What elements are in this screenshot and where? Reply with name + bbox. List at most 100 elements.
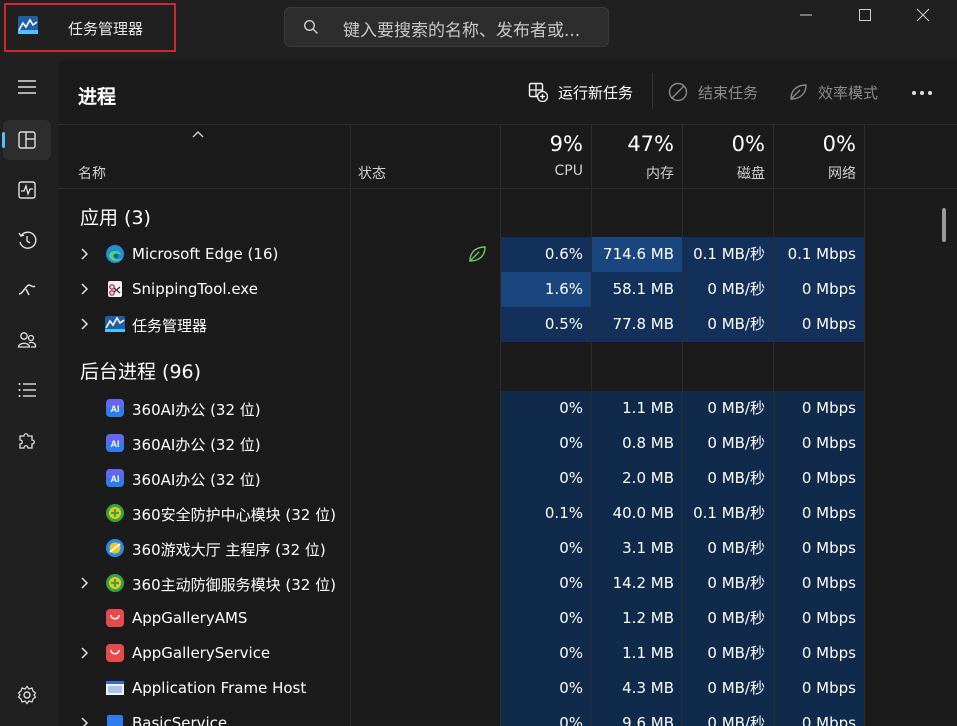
chevron-right-icon[interactable] xyxy=(81,283,89,295)
toolbar-divider xyxy=(652,73,653,109)
process-name: SnippingTool.exe xyxy=(132,280,258,298)
chevron-right-icon[interactable] xyxy=(81,647,89,659)
leaf-icon xyxy=(790,84,807,100)
group-background-title[interactable]: 后台进程 (96) xyxy=(80,357,201,384)
process-row[interactable]: 360主动防御服务模块 (32 位) 0% 14.2 MB 0 MB/秒 0 Mbps xyxy=(58,566,957,601)
memory-total-percent[interactable]: 47% xyxy=(592,132,674,156)
group-apps-title[interactable]: 应用 (3) xyxy=(80,203,151,230)
nav-details[interactable] xyxy=(3,370,51,410)
360-security-icon xyxy=(106,504,124,522)
column-status-header[interactable]: 状态 xyxy=(358,163,386,183)
nav-app-history[interactable] xyxy=(3,220,51,260)
nav-startup-apps[interactable] xyxy=(3,270,51,310)
memory-cell: 2.0 MB xyxy=(592,461,682,496)
column-memory-header[interactable]: 内存 xyxy=(592,163,674,183)
process-row[interactable]: AI 360AI办公 (32 位) 0% 0.8 MB 0 MB/秒 0 Mbps xyxy=(58,426,957,461)
efficiency-mode-button[interactable]: 效率模式 xyxy=(788,80,878,104)
nav-performance[interactable] xyxy=(3,170,51,210)
end-task-label: 结束任务 xyxy=(698,83,759,102)
process-name: AppGalleryAMS xyxy=(132,609,248,627)
minimize-button[interactable] xyxy=(783,2,829,28)
disk-cell: 0 MB/秒 xyxy=(683,531,773,566)
hamburger-icon xyxy=(18,80,36,94)
nav-services[interactable] xyxy=(3,420,51,460)
chevron-right-icon[interactable] xyxy=(81,577,89,589)
close-button[interactable] xyxy=(900,2,946,28)
process-row-taskmanager[interactable]: 任务管理器 0.5% 77.8 MB 0 MB/秒 0 Mbps xyxy=(58,307,957,342)
network-total-percent[interactable]: 0% xyxy=(774,132,856,156)
process-name: 360安全防护中心模块 (32 位) xyxy=(132,506,336,524)
disk-cell: 0 MB/秒 xyxy=(683,426,773,461)
network-cell: 0 Mbps xyxy=(774,391,864,426)
process-name: Application Frame Host xyxy=(132,679,307,697)
process-name: 360AI办公 (32 位) xyxy=(132,471,261,489)
end-task-button[interactable]: 结束任务 xyxy=(668,80,758,104)
run-new-task-button[interactable]: 运行新任务 xyxy=(528,80,633,104)
network-cell: 0 Mbps xyxy=(774,307,864,342)
disk-total-percent[interactable]: 0% xyxy=(683,132,765,156)
disk-cell: 0 MB/秒 xyxy=(683,566,773,601)
cpu-cell: 0% xyxy=(501,671,591,706)
cpu-cell: 0.1% xyxy=(501,496,591,531)
cpu-cell: 0% xyxy=(501,391,591,426)
process-row[interactable]: 360安全防护中心模块 (32 位) 0.1% 40.0 MB 0.1 MB/秒 0 M… xyxy=(58,496,957,531)
cpu-cell: 0.5% xyxy=(501,307,591,342)
nav-settings[interactable] xyxy=(3,675,51,715)
sidebar xyxy=(0,57,58,726)
network-cell: 0 Mbps xyxy=(774,671,864,706)
process-row[interactable]: Application Frame Host 0% 4.3 MB 0 MB/秒 0 Mb… xyxy=(58,671,957,706)
process-name: 360主动防御服务模块 (32 位) xyxy=(132,576,336,594)
process-name: 360AI办公 (32 位) xyxy=(132,436,261,454)
performance-icon xyxy=(18,181,36,199)
efficiency-mode-label: 效率模式 xyxy=(818,83,879,102)
cpu-cell: 0% xyxy=(501,461,591,496)
more-options-icon[interactable] xyxy=(904,82,940,104)
hamburger-menu-button[interactable] xyxy=(3,67,51,107)
column-cpu-header[interactable]: CPU xyxy=(501,163,583,179)
application-frame-host-icon xyxy=(106,681,124,695)
network-cell: 0 Mbps xyxy=(774,601,864,636)
process-row[interactable]: AI 360AI办公 (32 位) 0% 2.0 MB 0 MB/秒 0 Mbps xyxy=(58,461,957,496)
cpu-cell: 0.6% xyxy=(501,237,591,272)
cpu-cell: 0% xyxy=(501,601,591,636)
cpu-cell: 1.6% xyxy=(501,272,591,307)
360ai-office-icon: AI xyxy=(106,399,124,417)
process-row[interactable]: AppGalleryAMS 0% 1.2 MB 0 MB/秒 0 Mbps xyxy=(58,601,957,636)
nav-processes[interactable] xyxy=(2,120,51,160)
app-title: 任务管理器 xyxy=(68,20,144,38)
process-row[interactable]: AppGalleryService 0% 1.1 MB 0 MB/秒 0 Mbps xyxy=(58,636,957,671)
task-manager-icon xyxy=(105,316,125,332)
process-row-edge[interactable]: Microsoft Edge (16) 0.6% 714.6 MB 0.1 MB… xyxy=(58,237,957,272)
column-network-header[interactable]: 网络 xyxy=(774,163,856,183)
search-box[interactable]: 键入要搜索的名称、发布者或... xyxy=(284,7,609,47)
process-name: 360AI办公 (32 位) xyxy=(132,401,261,419)
column-disk-header[interactable]: 磁盘 xyxy=(683,163,765,183)
process-row[interactable]: BasicService 0% 9.6 MB 0 MB/秒 0 Mbps xyxy=(58,706,957,726)
run-new-task-icon xyxy=(528,82,548,102)
process-row[interactable]: AI 360AI办公 (32 位) 0% 1.1 MB 0 MB/秒 0 Mbps xyxy=(58,391,957,426)
column-name-header[interactable]: 名称 xyxy=(78,163,106,183)
process-row-snippingtool[interactable]: SnippingTool.exe 1.6% 58.1 MB 0 MB/秒 0 M… xyxy=(58,272,957,307)
memory-cell: 0.8 MB xyxy=(592,426,682,461)
disk-cell: 0 MB/秒 xyxy=(683,671,773,706)
scrollbar-thumb[interactable] xyxy=(942,208,946,242)
disk-cell: 0 MB/秒 xyxy=(683,461,773,496)
cpu-total-percent[interactable]: 9% xyxy=(501,132,583,156)
memory-cell: 1.1 MB xyxy=(592,391,682,426)
360-security-icon xyxy=(106,574,124,592)
cpu-cell: 0% xyxy=(501,636,591,671)
nav-users[interactable] xyxy=(3,320,51,360)
disk-cell: 0 MB/秒 xyxy=(683,272,773,307)
edge-icon xyxy=(106,245,124,263)
title-bar: 任务管理器 键入要搜索的名称、发布者或... xyxy=(0,0,957,57)
chevron-right-icon[interactable] xyxy=(81,248,89,260)
users-icon xyxy=(17,332,37,348)
sort-ascending-icon[interactable] xyxy=(192,130,204,138)
search-placeholder[interactable]: 键入要搜索的名称、发布者或... xyxy=(343,16,580,41)
chevron-right-icon[interactable] xyxy=(81,318,89,330)
process-name: Microsoft Edge (16) xyxy=(132,245,279,263)
maximize-button[interactable] xyxy=(842,2,888,28)
process-row[interactable]: 360游戏大厅 主程序 (32 位) 0% 3.1 MB 0 MB/秒 0 Mbps xyxy=(58,531,957,566)
memory-cell: 4.3 MB xyxy=(592,671,682,706)
chevron-right-icon[interactable] xyxy=(81,717,89,726)
